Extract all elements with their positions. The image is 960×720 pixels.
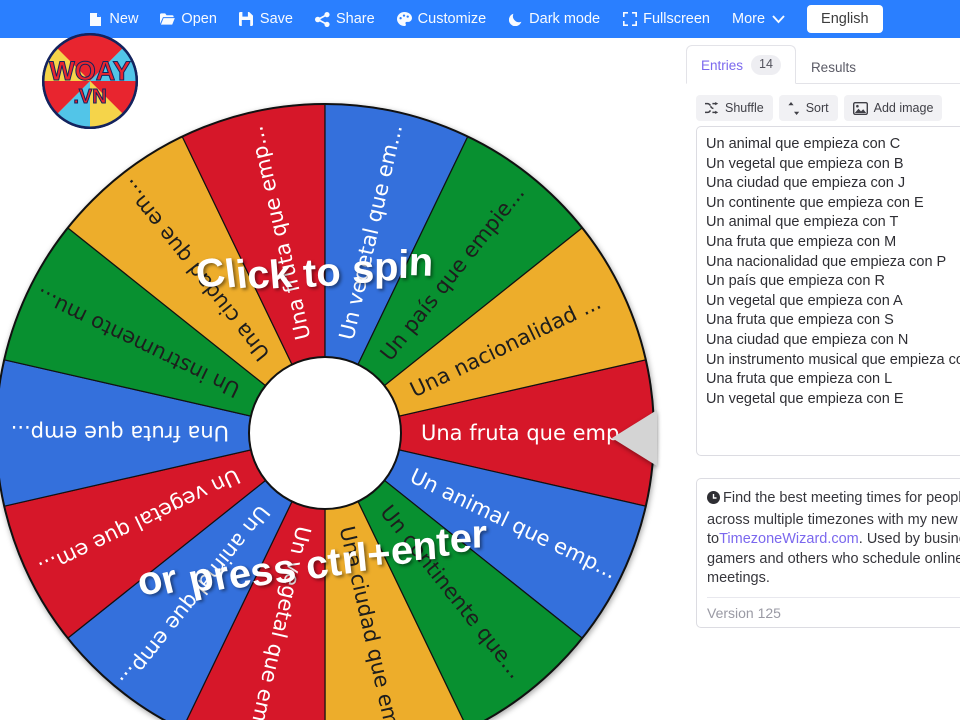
entry-item[interactable]: Una fruta que empieza con L: [697, 370, 960, 390]
promo-text: Find the best meeting times for people a…: [707, 489, 960, 589]
toolbar-item-customize[interactable]: Customize: [386, 0, 498, 38]
version-label: Version 125: [707, 604, 781, 621]
toolbar-item-share-label: Share: [335, 11, 375, 27]
entry-item[interactable]: Un instrumento musical que empieza con: [697, 351, 960, 371]
logo-wheel-graphic: [42, 33, 138, 129]
toolbar-item-customize-label: Customize: [417, 11, 487, 27]
tab-entries[interactable]: Entries 14: [686, 45, 796, 84]
sort-icon: [788, 101, 800, 115]
toolbar-item-more[interactable]: More: [721, 0, 797, 38]
toolbar-item-fullscreen[interactable]: Fullscreen: [611, 0, 721, 38]
top-toolbar: New Open Save Share Customize Dark mode: [0, 0, 960, 38]
entry-item[interactable]: Un país que empieza con R: [697, 272, 960, 292]
fullscreen-icon: [622, 12, 637, 27]
palette-icon: [396, 11, 412, 27]
entries-count-badge: 14: [751, 55, 781, 75]
add-image-button-label: Add image: [873, 101, 934, 115]
site-logo[interactable]: WOAY .VN: [42, 33, 138, 129]
add-image-button[interactable]: Add image: [843, 95, 943, 121]
panel-tabs: Entries 14 Results: [686, 45, 871, 84]
entries-list[interactable]: Un animal que empieza con C Un vegetal qu…: [696, 126, 960, 456]
entry-item[interactable]: Una fruta que empieza con S: [697, 311, 960, 331]
save-disk-icon: [239, 12, 254, 27]
language-button[interactable]: English: [807, 5, 883, 33]
promo-link[interactable]: TimezoneWizard.com: [719, 531, 859, 547]
shuffle-button[interactable]: Shuffle: [696, 95, 773, 121]
entry-item[interactable]: Un vegetal que empieza con A: [697, 292, 960, 312]
side-panel: Entries 14 Results Shuffle Sort Add imag…: [686, 38, 960, 720]
shuffle-icon: [705, 102, 719, 114]
toolbar-item-open[interactable]: Open: [149, 0, 227, 38]
toolbar-item-save[interactable]: Save: [228, 0, 304, 38]
wheel-slice-label: Una fruta que emp...: [11, 421, 229, 445]
chevron-down-icon: [771, 12, 786, 27]
toolbar-item-more-label: More: [731, 11, 766, 27]
entries-toolbar: Shuffle Sort Add image: [696, 95, 943, 121]
file-icon: [88, 12, 103, 27]
toolbar-item-share[interactable]: Share: [304, 0, 386, 38]
sort-button[interactable]: Sort: [778, 95, 838, 121]
spin-wheel[interactable]: Una fruta que emp... Un animal que emp...…: [0, 103, 655, 720]
folder-open-icon: [160, 12, 176, 27]
entry-item[interactable]: Una ciudad que empieza con J: [697, 174, 960, 194]
entry-item[interactable]: Un animal que empieza con C: [697, 135, 960, 155]
tab-entries-label: Entries: [701, 57, 744, 73]
shuffle-button-label: Shuffle: [725, 101, 764, 115]
entry-item[interactable]: Una fruta que empieza con M: [697, 233, 960, 253]
image-icon: [852, 101, 868, 115]
share-icon: [314, 11, 330, 27]
clock-icon: [707, 491, 720, 511]
sort-button-label: Sort: [805, 101, 829, 115]
promo-box: Find the best meeting times for people a…: [696, 478, 960, 628]
entry-item[interactable]: Un vegetal que empieza con E: [697, 390, 960, 410]
moon-icon: [508, 12, 523, 27]
entry-item[interactable]: Un vegetal que empieza con B: [697, 155, 960, 175]
wheel-pointer: [612, 410, 657, 466]
toolbar-item-save-label: Save: [259, 11, 293, 27]
toolbar-item-new-label: New: [109, 11, 139, 27]
toolbar-item-fullscreen-label: Fullscreen: [643, 11, 710, 27]
entry-item[interactable]: Un animal que empieza con T: [697, 213, 960, 233]
toolbar-item-open-label: Open: [181, 11, 217, 27]
toolbar-item-dark-mode[interactable]: Dark mode: [497, 0, 611, 38]
wheel-graphic[interactable]: Una fruta que emp...Un animal que emp...…: [0, 103, 655, 720]
entry-item[interactable]: Una nacionalidad que empieza con P: [697, 253, 960, 273]
entry-item[interactable]: Un continente que empieza con E: [697, 194, 960, 214]
tab-results[interactable]: Results: [796, 50, 871, 84]
entry-item[interactable]: Una ciudad que empieza con N: [697, 331, 960, 351]
tab-results-label: Results: [810, 60, 856, 75]
wheel-hub[interactable]: [248, 356, 402, 510]
wheel-area[interactable]: Una fruta que emp... Un animal que emp...…: [0, 38, 690, 720]
toolbar-item-dark-mode-label: Dark mode: [529, 11, 601, 27]
